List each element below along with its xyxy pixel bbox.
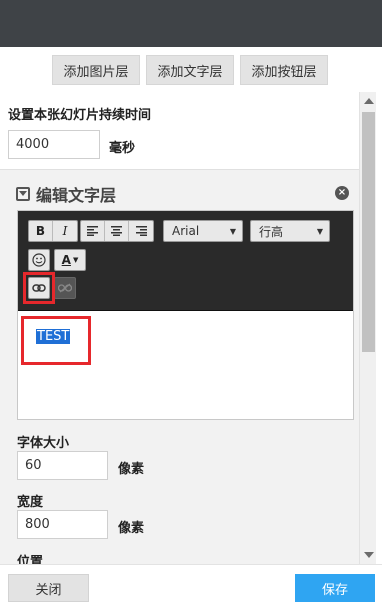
emoji-icon[interactable] xyxy=(28,249,50,271)
collapse-icon[interactable] xyxy=(16,187,30,201)
font-size-input[interactable]: 60 xyxy=(17,451,108,480)
save-button[interactable]: 保存 xyxy=(295,574,375,602)
scroll-up-icon[interactable] xyxy=(364,98,374,104)
align-right-icon[interactable] xyxy=(129,221,153,241)
link-highlight-box xyxy=(23,272,55,304)
close-panel-icon[interactable]: × xyxy=(335,186,349,200)
add-text-layer-button[interactable]: 添加文字层 xyxy=(146,55,234,85)
font-size-label: 字体大小 xyxy=(17,436,70,451)
duration-unit: 毫秒 xyxy=(109,141,136,156)
text-highlight-box xyxy=(21,316,91,365)
chevron-down-icon: ▼ xyxy=(316,226,323,236)
add-image-layer-button[interactable]: 添加图片层 xyxy=(52,55,140,85)
text-style-group: B I xyxy=(28,220,78,242)
scroll-thumb[interactable] xyxy=(362,112,375,352)
chevron-down-icon: ▼ xyxy=(229,226,236,236)
width-unit: 像素 xyxy=(118,521,145,536)
scroll-down-icon[interactable] xyxy=(364,552,374,558)
top-header-bar xyxy=(0,0,382,47)
alignment-group xyxy=(80,220,154,242)
chevron-down-icon: ▼ xyxy=(72,256,79,264)
align-left-icon[interactable] xyxy=(81,221,105,241)
panel-title-text: 编辑文字层 xyxy=(36,186,117,205)
font-family-value: Arial xyxy=(172,224,200,238)
rich-text-editor: B I Arial ▼ 行高 ▼ A ▼ TEST xyxy=(17,210,354,420)
panel-title: 编辑文字层 xyxy=(16,182,116,206)
font-family-select[interactable]: Arial ▼ xyxy=(163,220,243,242)
text-layer-panel: 编辑文字层 × B I Arial ▼ 行高 ▼ A ▼ TEST 字体大小 6… xyxy=(0,169,359,564)
duration-input[interactable]: 4000 xyxy=(8,130,100,159)
close-button[interactable]: 关闭 xyxy=(8,574,89,602)
font-color-icon[interactable]: A ▼ xyxy=(54,249,86,271)
add-button-layer-button[interactable]: 添加按钮层 xyxy=(240,55,328,85)
dialog-footer: 关闭 保存 xyxy=(0,564,382,609)
duration-label: 设置本张幻灯片持续时间 xyxy=(8,108,152,123)
vertical-scrollbar[interactable] xyxy=(359,92,376,564)
settings-scroll-area: 设置本张幻灯片持续时间 4000 毫秒 编辑文字层 × B I Arial ▼ … xyxy=(0,92,359,564)
bold-icon[interactable]: B xyxy=(29,221,53,241)
line-height-value: 行高 xyxy=(259,224,284,239)
align-center-icon[interactable] xyxy=(105,221,129,241)
width-input[interactable]: 800 xyxy=(17,510,108,539)
unlink-icon[interactable] xyxy=(54,277,76,299)
editor-toolbar: B I Arial ▼ 行高 ▼ A ▼ xyxy=(18,211,353,311)
italic-icon[interactable]: I xyxy=(53,221,77,241)
editor-content-area[interactable]: TEST xyxy=(18,311,353,419)
width-label: 宽度 xyxy=(17,495,44,510)
font-size-unit: 像素 xyxy=(118,462,145,477)
position-label: 位置 xyxy=(17,555,44,564)
add-layer-toolbar: 添加图片层 添加文字层 添加按钮层 xyxy=(0,55,382,85)
line-height-select[interactable]: 行高 ▼ xyxy=(250,220,330,242)
